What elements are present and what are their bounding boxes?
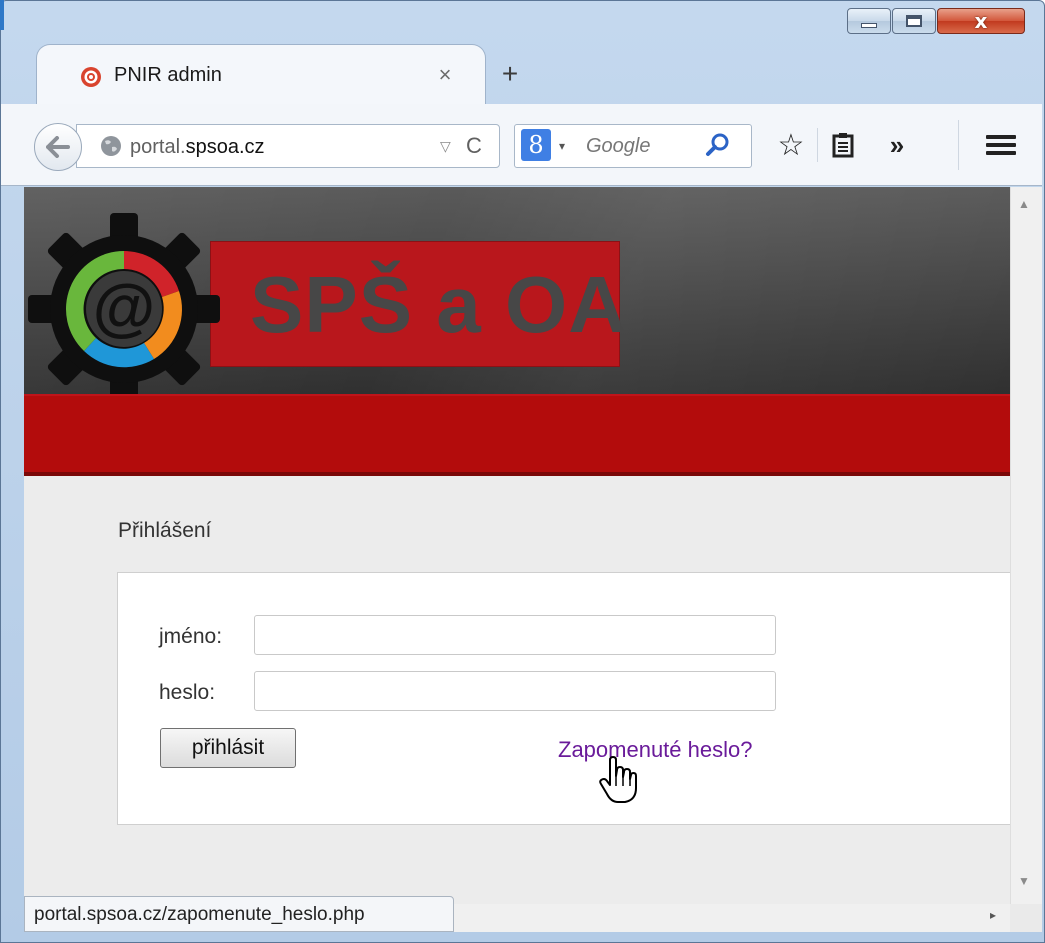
status-url: portal.spsoa.cz/zapomenute_heslo.php — [34, 904, 365, 925]
minimize-button[interactable] — [847, 8, 891, 34]
toolbar-separator — [958, 120, 959, 170]
new-tab-button[interactable]: + — [496, 60, 524, 88]
search-icon[interactable] — [702, 131, 732, 161]
back-button[interactable] — [34, 123, 82, 171]
toolbar-separator — [817, 128, 818, 162]
frame-accent — [0, 0, 4, 30]
url-text[interactable]: portal.spsoa.cz — [130, 136, 265, 159]
url-domain: spsoa.cz — [185, 136, 265, 158]
reload-icon[interactable]: C — [466, 133, 482, 159]
hand-cursor-icon — [599, 756, 637, 803]
reading-list-icon[interactable] — [826, 128, 860, 162]
plus-icon: + — [501, 58, 519, 89]
name-field[interactable] — [254, 615, 776, 655]
search-input[interactable]: Google — [586, 135, 651, 158]
overflow-chevron-icon[interactable]: » — [880, 128, 914, 162]
url-dropdown-icon[interactable]: ▽ — [440, 138, 451, 155]
login-title: Přihlášení — [118, 519, 212, 542]
google-engine-icon[interactable]: 8 — [521, 129, 551, 161]
horizontal-scrollbar[interactable] — [454, 904, 1010, 932]
red-nav-bar — [24, 394, 1010, 476]
forgot-password-link[interactable]: Zapomenuté heslo? — [558, 737, 752, 763]
maximize-icon — [906, 15, 922, 27]
scroll-down-arrow-icon[interactable]: ▼ — [1018, 874, 1030, 888]
tab-close-icon[interactable]: × — [432, 62, 458, 88]
svg-text:@: @ — [93, 271, 155, 343]
maximize-button[interactable] — [892, 8, 936, 34]
bookmark-star-icon[interactable]: ☆ — [774, 128, 808, 162]
password-label: heslo: — [159, 681, 216, 704]
name-label: jméno: — [159, 625, 223, 648]
logo-text: SPŠ a OA — [250, 260, 628, 349]
scroll-right-arrow-icon[interactable]: ▸ — [990, 908, 996, 922]
scroll-up-arrow-icon[interactable]: ▲ — [1018, 197, 1030, 211]
password-field[interactable] — [254, 671, 776, 711]
gear-at-logo-icon: @ — [28, 213, 220, 405]
login-button[interactable]: přihlásit — [160, 728, 296, 768]
engine-dropdown-icon[interactable]: ▾ — [559, 139, 565, 153]
scrollbar-corner — [1010, 904, 1042, 932]
vertical-scrollbar[interactable] — [1010, 187, 1042, 904]
back-arrow-icon — [46, 136, 70, 158]
site-favicon-icon — [81, 67, 101, 87]
tab-pnir-admin[interactable] — [36, 44, 486, 104]
minimize-icon — [861, 22, 877, 28]
url-prefix: portal. — [130, 136, 186, 158]
globe-icon — [101, 136, 121, 156]
hamburger-menu-icon[interactable] — [984, 128, 1018, 162]
close-icon: x — [974, 9, 988, 33]
tab-title: PNIR admin — [114, 64, 222, 86]
close-window-button[interactable]: x — [937, 8, 1025, 34]
